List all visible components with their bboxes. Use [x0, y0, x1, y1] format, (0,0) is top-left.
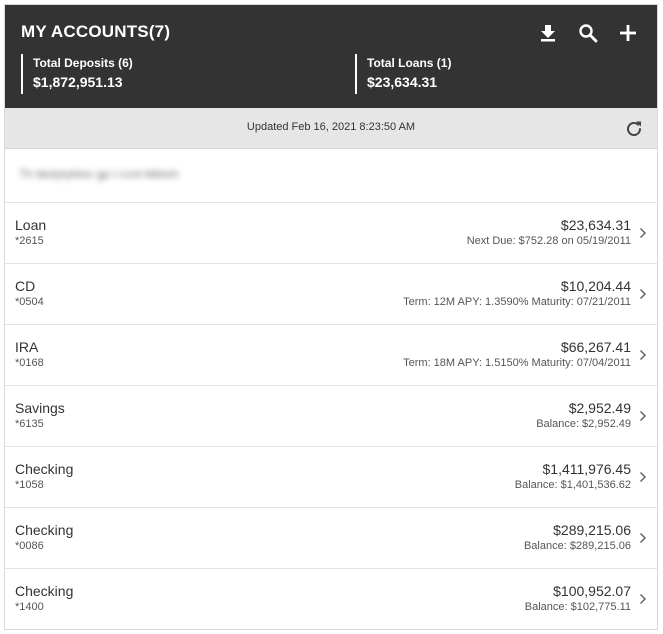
account-detail: Balance: $102,775.11: [524, 601, 631, 613]
account-detail: Term: 18M APY: 1.5150% Maturity: 07/04/2…: [403, 357, 631, 369]
account-number: *2615: [15, 235, 44, 247]
updated-timestamp: Updated Feb 16, 2021 8:23:50 AM: [246, 121, 416, 133]
account-row[interactable]: Checking *1058 $1,411,976.45 Balance: $1…: [5, 447, 657, 508]
account-number: *0086: [15, 540, 44, 552]
account-name: Checking: [15, 583, 74, 599]
total-deposits-value: $1,872,951.13: [33, 74, 123, 90]
account-amount: $289,215.06: [553, 522, 631, 538]
account-amount: $10,204.44: [560, 278, 631, 294]
chevron-right-icon: [639, 471, 647, 483]
account-number: *1058: [15, 479, 44, 491]
total-loans-label: Total Loans (1): [367, 56, 452, 70]
account-amount: $66,267.41: [560, 339, 631, 355]
refresh-icon[interactable]: [623, 118, 645, 140]
search-icon[interactable]: [575, 20, 601, 46]
account-number: *6135: [15, 418, 44, 430]
account-row[interactable]: Checking *1400 $100,952.07 Balance: $102…: [5, 569, 657, 629]
account-amount: $23,634.31: [560, 217, 631, 233]
account-row[interactable]: Savings *6135 $2,952.49 Balance: $2,952.…: [5, 386, 657, 447]
chevron-right-icon: [639, 410, 647, 422]
account-row[interactable]: IRA *0168 $66,267.41 Term: 18M APY: 1.51…: [5, 325, 657, 386]
account-name: CD: [15, 278, 36, 294]
account-detail: Balance: $2,952.49: [536, 418, 631, 430]
account-number: *1400: [15, 601, 44, 613]
total-deposits: Total Deposits (6) $1,872,951.13: [21, 54, 133, 94]
total-loans-value: $23,634.31: [367, 74, 438, 90]
account-name: IRA: [15, 339, 39, 355]
account-name: Checking: [15, 461, 74, 477]
account-list: Loan *2615 $23,634.31 Next Due: $752.28 …: [5, 203, 657, 629]
account-name: Loan: [15, 217, 47, 233]
chevron-right-icon: [639, 349, 647, 361]
blurred-notice-text: Th bkdytyblox gp l ccnt klkkeh: [19, 167, 179, 181]
account-detail: Balance: $1,401,536.62: [514, 479, 631, 491]
chevron-right-icon: [639, 532, 647, 544]
blurred-notice: Th bkdytyblox gp l ccnt klkkeh: [5, 149, 657, 203]
account-detail: Balance: $289,215.06: [523, 540, 631, 552]
chevron-right-icon: [639, 593, 647, 605]
account-detail: Next Due: $752.28 on 05/19/2011: [466, 235, 631, 247]
account-detail: Term: 12M APY: 1.3590% Maturity: 07/21/2…: [403, 296, 631, 308]
total-deposits-label: Total Deposits (6): [33, 56, 133, 70]
account-row[interactable]: CD *0504 $10,204.44 Term: 12M APY: 1.359…: [5, 264, 657, 325]
account-amount: $2,952.49: [568, 400, 631, 416]
accounts-card: MY ACCOUNTS(7) Total Deposits (6) $1,872…: [4, 4, 658, 630]
header-actions: [535, 20, 641, 46]
account-name: Savings: [15, 400, 65, 416]
account-amount: $100,952.07: [553, 583, 631, 599]
page-title: MY ACCOUNTS(7): [21, 22, 171, 41]
account-row[interactable]: Checking *0086 $289,215.06 Balance: $289…: [5, 508, 657, 569]
account-number: *0168: [15, 357, 44, 369]
updated-bar: Updated Feb 16, 2021 8:23:50 AM: [5, 108, 657, 149]
account-name: Checking: [15, 522, 74, 538]
accounts-header: MY ACCOUNTS(7) Total Deposits (6) $1,872…: [5, 5, 657, 108]
chevron-right-icon: [639, 288, 647, 300]
account-number: *0504: [15, 296, 44, 308]
total-loans: Total Loans (1) $23,634.31: [355, 54, 451, 94]
chevron-right-icon: [639, 227, 647, 239]
plus-icon[interactable]: [615, 20, 641, 46]
download-icon[interactable]: [535, 20, 561, 46]
account-row[interactable]: Loan *2615 $23,634.31 Next Due: $752.28 …: [5, 203, 657, 264]
account-amount: $1,411,976.45: [542, 461, 632, 477]
